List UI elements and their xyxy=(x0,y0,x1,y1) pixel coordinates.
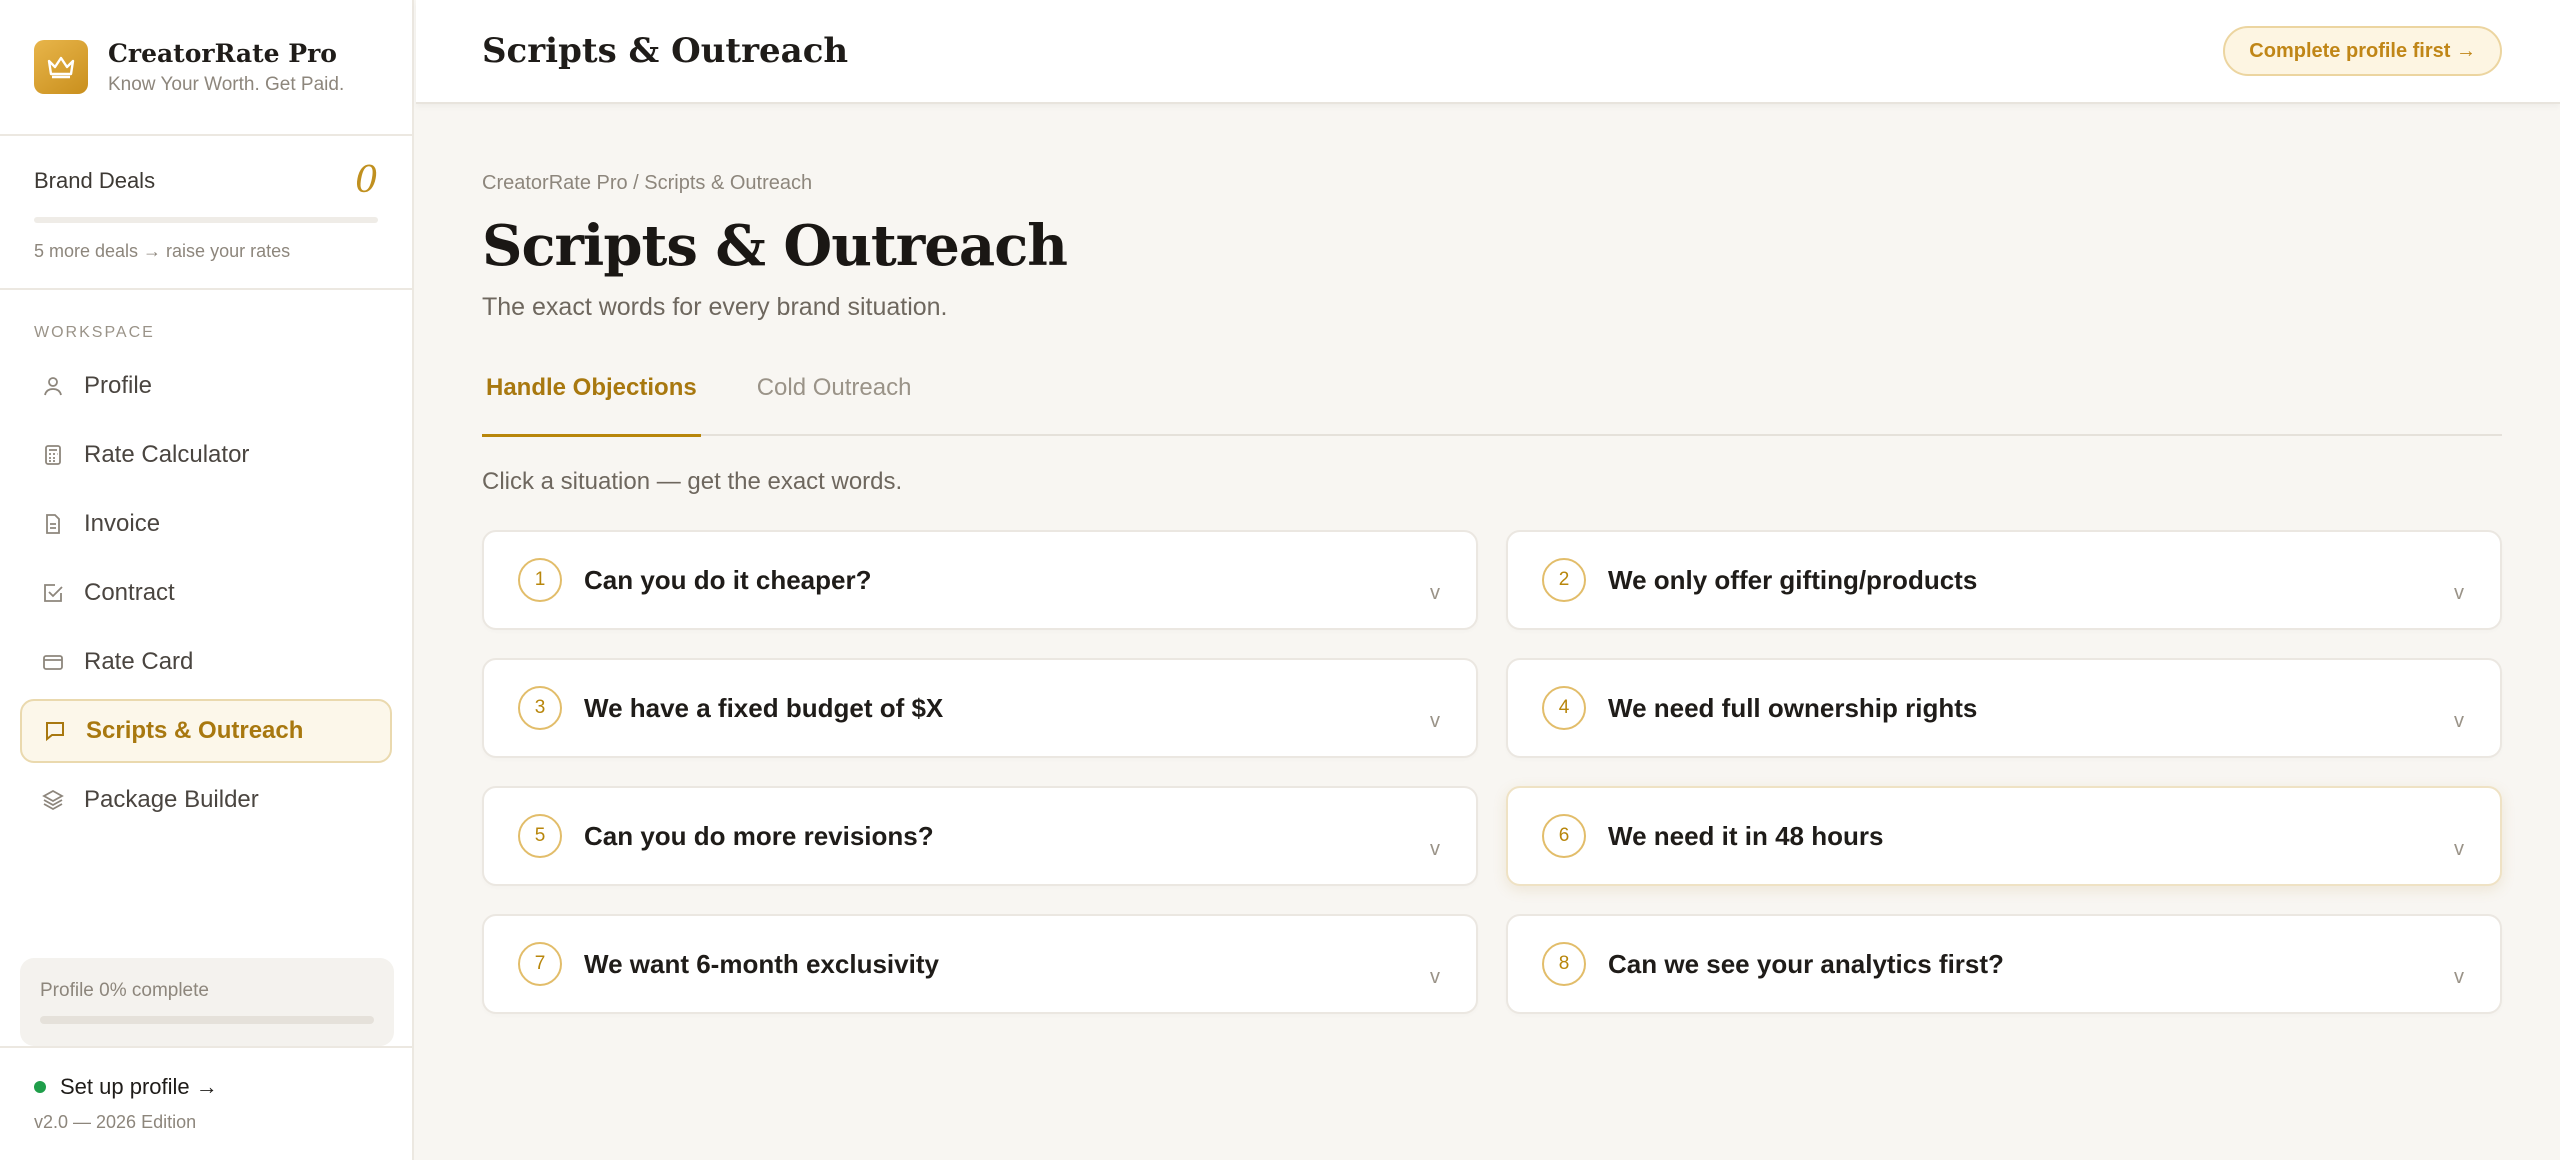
brand-tagline: Know Your Worth. Get Paid. xyxy=(108,73,345,95)
brand-deals-widget: Brand Deals 0 5 more deals → raise your … xyxy=(0,136,412,290)
situations-grid: 1 Can you do it cheaper? v 2 We only off… xyxy=(482,530,2502,1014)
sidebar-item-label: Invoice xyxy=(84,510,161,537)
sidebar-item-invoice[interactable]: Invoice xyxy=(20,492,392,556)
page-subtitle: The exact words for every brand situatio… xyxy=(482,293,948,321)
page-title: Scripts & Outreach xyxy=(482,213,1068,279)
main-content: CreatorRate Pro / Scripts & Outreach Scr… xyxy=(482,104,2502,1014)
deals-label: Brand Deals xyxy=(34,167,156,193)
topbar-title: Scripts & Outreach xyxy=(482,31,849,71)
chevron-down-icon: v xyxy=(2454,838,2464,860)
tab-bar: Handle Objections Cold Outreach xyxy=(482,374,2502,437)
chevron-down-icon: v xyxy=(1430,710,1440,732)
situation-text: We have a fixed budget of $X xyxy=(584,692,944,723)
situation-card[interactable]: 4 We need full ownership rights v xyxy=(1506,658,2502,758)
situation-text: We need it in 48 hours xyxy=(1608,820,1884,851)
sidebar-item-package-builder[interactable]: Package Builder xyxy=(20,768,392,832)
sidebar-item-label: Contract xyxy=(84,579,175,606)
tab-cold-outreach[interactable]: Cold Outreach xyxy=(753,374,916,436)
profile-completion-label: Profile 0% complete xyxy=(40,980,209,1001)
workspace-label: WORKSPACE xyxy=(34,324,155,341)
sidebar-item-scripts-outreach[interactable]: Scripts & Outreach xyxy=(20,699,392,763)
situation-card[interactable]: 6 We need it in 48 hours v xyxy=(1506,786,2502,886)
setup-profile-label: Set up profile → xyxy=(60,1074,218,1099)
breadcrumb: CreatorRate Pro / Scripts & Outreach xyxy=(482,172,813,194)
situation-number: 2 xyxy=(1542,558,1586,602)
instruction-text: Click a situation — get the exact words. xyxy=(482,468,903,495)
sidebar-item-rate-calculator[interactable]: Rate Calculator xyxy=(20,423,392,487)
profile-progress-bar xyxy=(40,1016,374,1024)
sidebar: CreatorRate Pro Know Your Worth. Get Pai… xyxy=(0,0,414,1160)
sidebar-item-label: Scripts & Outreach xyxy=(86,717,304,744)
deals-progress-bar xyxy=(34,217,378,223)
top-bar: Scripts & Outreach Complete profile firs… xyxy=(416,0,2560,104)
profile-completion-card[interactable]: Profile 0% complete xyxy=(20,958,394,1046)
situation-number: 4 xyxy=(1542,686,1586,730)
chat-icon xyxy=(42,718,68,744)
complete-profile-button[interactable]: Complete profile first → xyxy=(2223,26,2502,76)
situation-number: 3 xyxy=(518,686,562,730)
situation-card[interactable]: 2 We only offer gifting/products v xyxy=(1506,530,2502,630)
situation-number: 6 xyxy=(1542,814,1586,858)
card-icon xyxy=(40,649,66,675)
brand-header: CreatorRate Pro Know Your Worth. Get Pai… xyxy=(0,0,412,136)
situation-text: We need full ownership rights xyxy=(1608,692,1978,723)
deals-count: 0 xyxy=(355,160,378,201)
situation-text: Can we see your analytics first? xyxy=(1608,948,2004,979)
sidebar-item-rate-card[interactable]: Rate Card xyxy=(20,630,392,694)
sidebar-item-label: Profile xyxy=(84,372,153,399)
setup-profile-link[interactable]: Set up profile → xyxy=(34,1074,378,1100)
checkbox-icon xyxy=(40,580,66,606)
situation-number: 5 xyxy=(518,814,562,858)
chevron-down-icon: v xyxy=(1430,582,1440,604)
sidebar-item-label: Rate Card xyxy=(84,648,194,675)
sidebar-item-label: Rate Calculator xyxy=(84,441,250,468)
situation-card[interactable]: 5 Can you do more revisions? v xyxy=(482,786,1478,886)
brand-name: CreatorRate Pro xyxy=(108,38,337,68)
tab-handle-objections[interactable]: Handle Objections xyxy=(482,374,701,437)
sidebar-item-profile[interactable]: Profile xyxy=(20,354,392,418)
situation-text: We only offer gifting/products xyxy=(1608,564,1978,595)
document-icon xyxy=(40,511,66,537)
user-icon xyxy=(40,373,66,399)
deals-note: 5 more deals → raise your rates xyxy=(34,241,291,261)
layers-icon xyxy=(40,787,66,813)
chevron-down-icon: v xyxy=(2454,582,2464,604)
chevron-down-icon: v xyxy=(2454,966,2464,988)
version-label: v2.0 — 2026 Edition xyxy=(34,1112,197,1132)
situation-card[interactable]: 7 We want 6-month exclusivity v xyxy=(482,914,1478,1014)
situation-number: 1 xyxy=(518,558,562,602)
situation-text: Can you do it cheaper? xyxy=(584,564,872,595)
calculator-icon xyxy=(40,442,66,468)
situation-text: Can you do more revisions? xyxy=(584,820,934,851)
situation-card[interactable]: 1 Can you do it cheaper? v xyxy=(482,530,1478,630)
sidebar-nav: Profile Rate Calculator Invoice Contract… xyxy=(0,354,412,832)
situation-text: We want 6-month exclusivity xyxy=(584,948,939,979)
crown-icon xyxy=(34,40,88,94)
sidebar-item-label: Package Builder xyxy=(84,786,259,813)
status-dot xyxy=(34,1081,46,1093)
chevron-down-icon: v xyxy=(1430,966,1440,988)
situation-number: 8 xyxy=(1542,942,1586,986)
situation-card[interactable]: 8 Can we see your analytics first? v xyxy=(1506,914,2502,1014)
chevron-down-icon: v xyxy=(1430,838,1440,860)
sidebar-item-contract[interactable]: Contract xyxy=(20,561,392,625)
situation-number: 7 xyxy=(518,942,562,986)
chevron-down-icon: v xyxy=(2454,710,2464,732)
sidebar-footer: Set up profile → v2.0 — 2026 Edition xyxy=(0,1046,412,1133)
situation-card[interactable]: 3 We have a fixed budget of $X v xyxy=(482,658,1478,758)
